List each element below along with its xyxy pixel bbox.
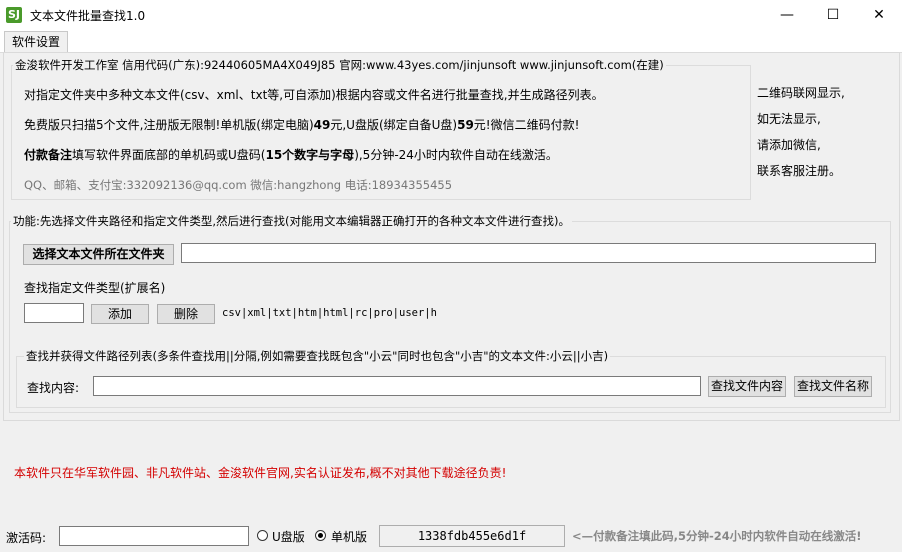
intro-line-3: 付款备注填写软件界面底部的单机码或U盘码(15个数字与字母),5分钟-24小时内… [24,146,558,163]
find-file-name-button[interactable]: 查找文件名称 [794,376,872,397]
extension-input[interactable] [24,303,84,323]
qr-note-line: 如无法显示, [757,112,821,126]
standalone-version-radio[interactable] [315,530,326,541]
app-icon: SJ [6,7,22,23]
search-legend: 查找并获得文件路径列表(多条件查找用||分隔,例如需要查找既包含"小云"同时也包… [24,348,611,364]
add-extension-button[interactable]: 添加 [91,304,149,324]
intro-line-2-mid: 元,U盘版(绑定自备U盘) [330,118,458,132]
search-content-input[interactable] [93,376,701,396]
folder-path-input[interactable] [181,243,876,263]
usb-version-label[interactable]: U盘版 [272,528,305,545]
intro-line-2-pre: 免费版只扫描5个文件,注册版无限制!单机版(绑定电脑) [24,118,314,132]
tab-software-settings[interactable]: 软件设置 [4,31,69,52]
minimize-button[interactable]: — [764,0,810,30]
code-format-note: 15个数字与字母 [265,148,355,162]
menu-bar [0,30,902,53]
usb-price: 59 [457,118,474,132]
delete-extension-button[interactable]: 删除 [157,304,215,324]
machine-code-field: 1338fdb455e6d1f [379,525,565,547]
activation-code-input[interactable] [59,526,249,546]
intro-legend: 金浚软件开发工作室 信用代码(广东):92440605MA4X049J85 官网… [13,57,666,73]
close-button[interactable]: ✕ [856,0,902,30]
standalone-price: 49 [313,118,331,132]
window-title: 文本文件批量查找1.0 [30,9,146,23]
intro-line-2-post: 元!微信二维码付款! [473,118,580,132]
usb-version-radio[interactable] [257,530,268,541]
qr-note-line: 二维码联网显示, [757,86,845,100]
payment-hint: <—付款备注填此码,5分钟-24小时内软件自动在线激活! [572,529,862,543]
file-type-label: 查找指定文件类型(扩展名) [24,281,166,295]
disclaimer-text: 本软件只在华军软件园、非凡软件站、金浚软件官网,实名认证发布,概不对其他下载途径… [14,466,507,480]
intro-line-2: 免费版只扫描5个文件,注册版无限制!单机版(绑定电脑)49元,U盘版(绑定自备U… [24,116,579,133]
find-file-content-button[interactable]: 查找文件内容 [708,376,786,397]
qr-note-line: 联系客服注册。 [757,164,842,178]
select-folder-button[interactable]: 选择文本文件所在文件夹 [23,244,174,265]
function-legend: 功能:先选择文件夹路径和指定文件类型,然后进行查找(对能用文本编辑器正确打开的各… [11,213,572,229]
standalone-version-label[interactable]: 单机版 [331,528,367,545]
search-content-label: 查找内容: [27,381,80,395]
qr-note-line: 请添加微信, [757,138,821,152]
qr-note: 二维码联网显示, 如无法显示, 请添加微信, 联系客服注册。 [757,80,845,184]
payment-note-label: 付款备注 [24,148,73,162]
extension-list: csv|xml|txt|htm|html|rc|pro|user|h [222,307,437,319]
contact-info: QQ、邮箱、支付宝:332092136@qq.com 微信:hangzhong … [24,178,453,192]
intro-line-3-mid: 填写软件界面底部的单机码或U盘码( [72,148,266,162]
intro-line-1: 对指定文件夹中多种文本文件(csv、xml、txt等,可自添加)根据内容或文件名… [24,88,604,102]
intro-line-3-post: ),5分钟-24小时内软件自动在线激活。 [354,148,558,162]
maximize-button[interactable]: ☐ [810,0,856,30]
activation-label: 激活码: [6,531,47,545]
